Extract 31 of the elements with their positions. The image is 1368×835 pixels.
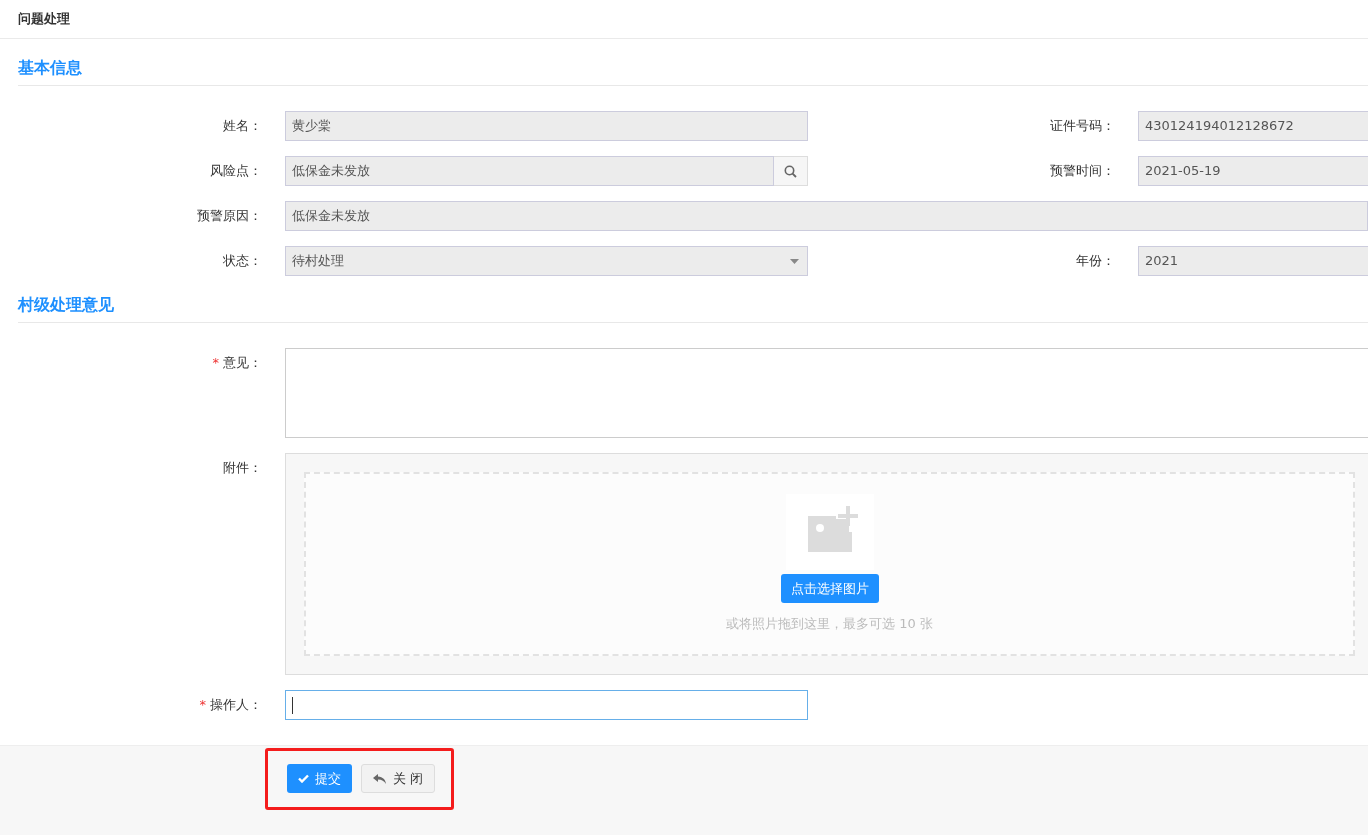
- textarea-field[interactable]: [285, 348, 1368, 438]
- field-label: 证件号码：: [1050, 118, 1115, 133]
- field-label: 附件：: [223, 460, 262, 475]
- field-label: 预警原因：: [197, 208, 262, 223]
- text-field[interactable]: 黄少棠: [285, 111, 808, 141]
- upload-hint: 或将照片拖到这里，最多可选 10 张: [726, 615, 933, 633]
- text-field[interactable]: 低保金未发放: [285, 156, 774, 186]
- required-asterisk: *: [212, 355, 219, 370]
- required-asterisk: *: [199, 697, 206, 712]
- field-label: 意见：: [223, 355, 262, 370]
- section-title: 村级处理意见: [18, 295, 114, 316]
- field-label: 预警时间：: [1050, 163, 1115, 178]
- close-button[interactable]: 关 闭: [361, 764, 436, 793]
- text-field[interactable]: 2021-05-19: [1138, 156, 1368, 186]
- page-title: 问题处理: [18, 10, 70, 28]
- search-button[interactable]: [774, 156, 808, 186]
- field-label: 操作人：: [210, 697, 262, 712]
- text-field[interactable]: 430124194012128672: [1138, 111, 1368, 141]
- reply-arrow-icon: [373, 773, 387, 784]
- field-label: 年份：: [1076, 253, 1115, 268]
- caret-icon: [790, 258, 799, 264]
- select-field[interactable]: 待村处理: [285, 246, 808, 276]
- search-icon: [784, 164, 797, 178]
- field-label: 风险点：: [210, 163, 262, 178]
- operator-input[interactable]: [285, 690, 808, 720]
- text-field[interactable]: 2021: [1138, 246, 1368, 276]
- field-label: 状态：: [223, 253, 262, 268]
- check-icon: [298, 774, 309, 783]
- section-title: 基本信息: [18, 58, 82, 79]
- field-label: 姓名：: [223, 118, 262, 133]
- text-field[interactable]: 低保金未发放: [285, 201, 1368, 231]
